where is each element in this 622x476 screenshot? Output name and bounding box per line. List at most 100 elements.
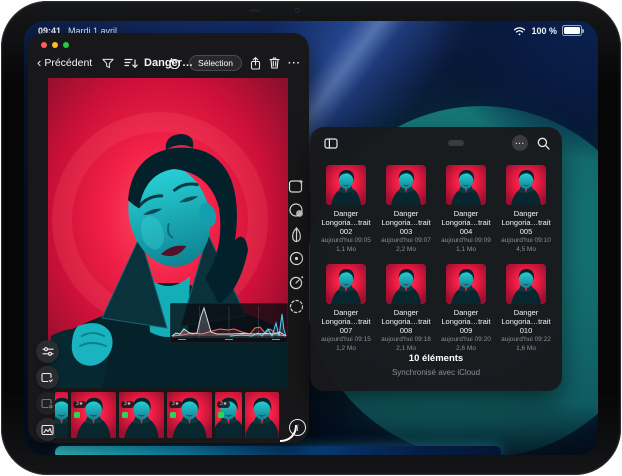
file-thumbnail — [326, 264, 366, 304]
thumbnail-image — [386, 264, 426, 304]
file-name: Danger Longoria…trait 010 — [498, 308, 554, 335]
adjustments-button[interactable] — [36, 340, 59, 363]
trash-icon[interactable] — [269, 57, 280, 69]
lasso-select-icon[interactable] — [288, 298, 305, 315]
dial-adjust-icon[interactable] — [288, 274, 305, 291]
file-date: aujourd'hui 09:10 — [501, 237, 551, 245]
filmstrip-thumbnail[interactable]: 3★ — [71, 392, 116, 438]
edited-indicator — [170, 412, 176, 418]
file-item[interactable]: Danger Longoria…trait 005 aujourd'hui 09… — [498, 165, 554, 254]
files-grid: Danger Longoria…trait 002 aujourd'hui 09… — [318, 165, 554, 353]
thumbnail-image — [506, 165, 546, 205]
file-item[interactable]: Danger Longoria…trait 010 aujourd'hui 09… — [498, 264, 554, 353]
sidebar-toggle-icon[interactable] — [324, 138, 338, 149]
files-tab[interactable] — [428, 140, 444, 146]
files-tabs — [408, 140, 464, 146]
battery-percent: 100 % — [531, 26, 557, 36]
file-name: Danger Longoria…trait 003 — [378, 209, 434, 236]
chevron-left-icon: ‹ — [37, 58, 41, 68]
file-date: aujourd'hui 09:09 — [441, 237, 491, 245]
rating-badge: 3★ — [217, 401, 230, 408]
filmstrip-thumbnail[interactable] — [55, 392, 68, 438]
more-icon[interactable]: ··· — [288, 58, 301, 69]
files-tab[interactable] — [408, 140, 424, 146]
file-date: aujourd'hui 09:22 — [501, 336, 551, 344]
file-size: 1,6 Mo — [516, 345, 536, 353]
files-footer: 10 éléments Synchronisé avec iCloud — [310, 353, 562, 377]
export-done-button[interactable] — [36, 366, 59, 389]
file-item[interactable]: Danger Longoria…trait 002 aujourd'hui 09… — [318, 165, 374, 254]
photo-editor-window: ‹ Précédent Danger… — [28, 33, 309, 443]
auto-enhance-icon[interactable] — [288, 178, 305, 195]
file-thumbnail — [326, 165, 366, 205]
minimize-dot[interactable] — [52, 42, 58, 48]
edited-indicator — [218, 412, 224, 418]
item-count: 10 éléments — [310, 353, 562, 364]
filmstrip-thumbnail[interactable]: 3★ — [167, 392, 212, 438]
file-size: 2,6 Mo — [456, 345, 476, 353]
mic-slot — [249, 9, 261, 12]
sync-status: Synchronisé avec iCloud — [310, 368, 562, 377]
file-item[interactable]: Danger Longoria…trait 007 aujourd'hui 09… — [318, 264, 374, 353]
filmstrip: 3★ 3★ 3★ 3★ — [55, 392, 293, 438]
edit-tool-rail — [286, 178, 306, 315]
battery-icon — [562, 25, 582, 36]
thumbnail-image — [446, 165, 486, 205]
file-date: aujourd'hui 09:20 — [441, 336, 491, 344]
file-date: aujourd'hui 09:18 — [381, 336, 431, 344]
thumbnail-image — [506, 264, 546, 304]
file-item[interactable]: Danger Longoria…trait 004 aujourd'hui 09… — [438, 165, 494, 254]
background-window-glow — [55, 446, 501, 455]
selection-button[interactable]: Sélection — [189, 55, 242, 71]
histogram-chart — [170, 303, 288, 343]
zoom-dot[interactable] — [63, 42, 69, 48]
files-tab[interactable] — [448, 140, 464, 146]
file-name: Danger Longoria…trait 002 — [318, 209, 374, 236]
filter-funnel-icon[interactable] — [102, 58, 114, 69]
file-item[interactable]: Danger Longoria…trait 009 aujourd'hui 09… — [438, 264, 494, 353]
thumbnail-image — [446, 264, 486, 304]
corner-gesture-arc — [280, 425, 297, 442]
thumbnail-image — [386, 165, 426, 205]
transform-icon[interactable] — [288, 226, 305, 243]
file-item[interactable]: Danger Longoria…trait 008 aujourd'hui 09… — [378, 264, 434, 353]
file-thumbnail — [506, 264, 546, 304]
back-button[interactable]: ‹ Précédent — [37, 57, 92, 69]
file-thumbnail — [386, 165, 426, 205]
close-dot[interactable] — [41, 42, 47, 48]
search-icon[interactable] — [537, 137, 550, 150]
file-size: 2,2 Mo — [396, 246, 416, 254]
file-thumbnail — [386, 264, 426, 304]
file-item[interactable]: Danger Longoria…trait 003 aujourd'hui 09… — [378, 165, 434, 254]
filmstrip-thumbnail[interactable]: 3★ — [119, 392, 164, 438]
thumbnail-image — [55, 392, 68, 438]
file-date: aujourd'hui 09:07 — [381, 237, 431, 245]
window-controls[interactable] — [41, 42, 69, 48]
filters-icon[interactable] — [288, 202, 305, 219]
editor-toolbar: ‹ Précédent Danger… — [28, 50, 309, 76]
file-name: Danger Longoria…trait 008 — [378, 308, 434, 335]
filmstrip-thumbnail[interactable]: 3★ — [215, 392, 242, 438]
file-size: 4,5 Mo — [516, 246, 536, 254]
filmstrip-thumbnail[interactable] — [245, 392, 279, 438]
file-size: 1,1 Mo — [336, 246, 356, 254]
ipad-device: 09:41 Mardi 1 avril 100 % — [0, 0, 622, 476]
file-size: 1,2 Mo — [336, 345, 356, 353]
back-label: Précédent — [44, 57, 92, 69]
rating-badge: 3★ — [169, 401, 182, 408]
file-name: Danger Longoria…trait 009 — [438, 308, 494, 335]
screen: 09:41 Mardi 1 avril 100 % — [24, 21, 598, 455]
share-icon[interactable] — [250, 57, 261, 70]
edited-indicator — [122, 412, 128, 418]
wifi-icon — [513, 26, 526, 36]
edited-indicator — [74, 412, 80, 418]
file-name: Danger Longoria…trait 005 — [498, 209, 554, 236]
thumbnail-image — [326, 165, 366, 205]
file-size: 1,1 Mo — [456, 246, 476, 254]
thumbnail-image — [245, 392, 279, 438]
photo-canvas[interactable] — [48, 78, 288, 388]
selective-color-icon[interactable] — [288, 250, 305, 267]
sort-icon[interactable] — [124, 58, 138, 69]
rating-badge: 3★ — [121, 401, 134, 408]
files-more-button[interactable]: ··· — [512, 135, 528, 151]
